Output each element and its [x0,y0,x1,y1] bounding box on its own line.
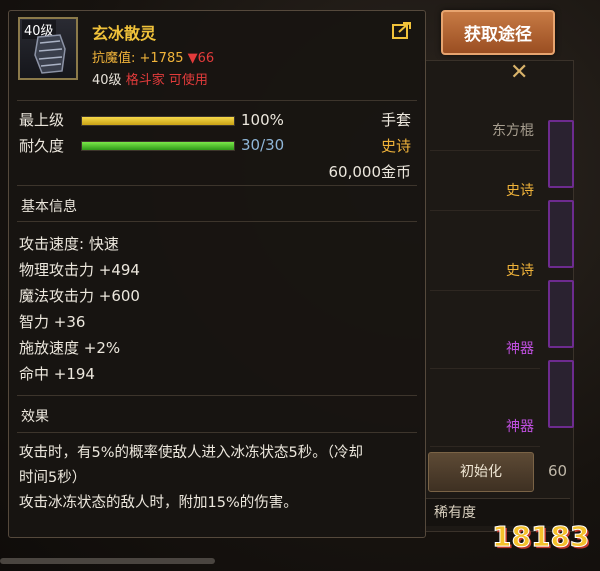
reset-button[interactable]: 初始化 [428,452,534,492]
basic-info-title: 基本信息 [21,199,77,215]
usable-status: 可使用 [168,73,208,88]
attribute-line: 攻击速度: 快速 [19,235,119,253]
list-item[interactable]: 东方棍 [430,108,540,151]
item-price: 60,000金币 [328,163,412,181]
item-rarity: 史诗 [380,137,411,155]
count-value: 60 [548,462,568,480]
max-level-bar [81,116,235,126]
list-item[interactable]: 神器 [430,326,540,369]
durability-label: 耐久度 [19,137,65,155]
resist-change: ▼66 [187,51,215,66]
item-name: 玄冰散灵 [92,24,157,43]
watermark-logo: 18183 [492,520,590,554]
item-slot: 手套 [380,111,411,129]
gauntlet-icon [34,34,66,74]
list-item[interactable]: 神器 [430,404,540,447]
attribute-line: 物理攻击力 +494 [19,261,140,279]
max-level-label: 最上级 [19,111,65,129]
list-item-label: 史诗 [506,263,534,279]
divider [17,395,417,396]
attribute-line: 魔法攻击力 +600 [19,287,140,305]
required-class: 格斗家 [125,73,165,88]
effect-line: 攻击冰冻状态的敌人时，附加15%的伤害。 [19,495,298,511]
divider [17,432,417,433]
attribute-line: 智力 +36 [19,313,86,331]
usage-requirement: 40级 格斗家 可使用 [92,69,208,88]
durability-bar [81,141,235,151]
item-thumbnail[interactable] [548,360,574,428]
share-icon[interactable] [392,21,412,39]
divider [17,185,417,186]
item-thumbnail[interactable] [548,200,574,268]
attribute-line: 施放速度 +2% [19,339,121,357]
item-icon: 40级 [18,17,78,80]
list-item-label: 史诗 [506,183,534,199]
durability-bar-fill [82,142,234,150]
list-item-label: 神器 [506,419,534,435]
list-item-label: 神器 [506,341,534,357]
max-level-value: 100% [241,111,284,129]
item-thumbnail[interactable] [548,120,574,188]
divider [17,221,417,222]
effect-line: 时间5秒） [19,470,87,486]
list-item[interactable]: 史诗 [430,248,540,291]
list-item-label: 东方棍 [492,123,534,139]
divider [17,100,417,101]
acquire-route-button[interactable]: 获取途径 [441,10,555,55]
attribute-line: 命中 +194 [19,365,95,383]
effect-line: 攻击时，有5%的概率使敌人进入冰冻状态5秒。（冷却 [19,445,363,461]
effect-title: 效果 [21,409,49,425]
max-level-bar-fill [82,117,234,125]
durability-value: 30/30 [241,136,285,154]
item-tooltip: 40级 玄冰散灵 抗魔值: +1785 ▼66 40级 格斗家 可使用 最上级 … [8,10,426,538]
scrollbar[interactable] [0,558,215,564]
item-thumbnail[interactable] [548,280,574,348]
star-icon: ✕ [510,60,529,85]
list-item[interactable]: 史诗 [430,168,540,211]
required-level: 40级 [92,73,122,88]
resist-value: 抗魔值: +1785 ▼66 [92,47,214,66]
resist-label: 抗魔值: +1785 [92,51,184,66]
